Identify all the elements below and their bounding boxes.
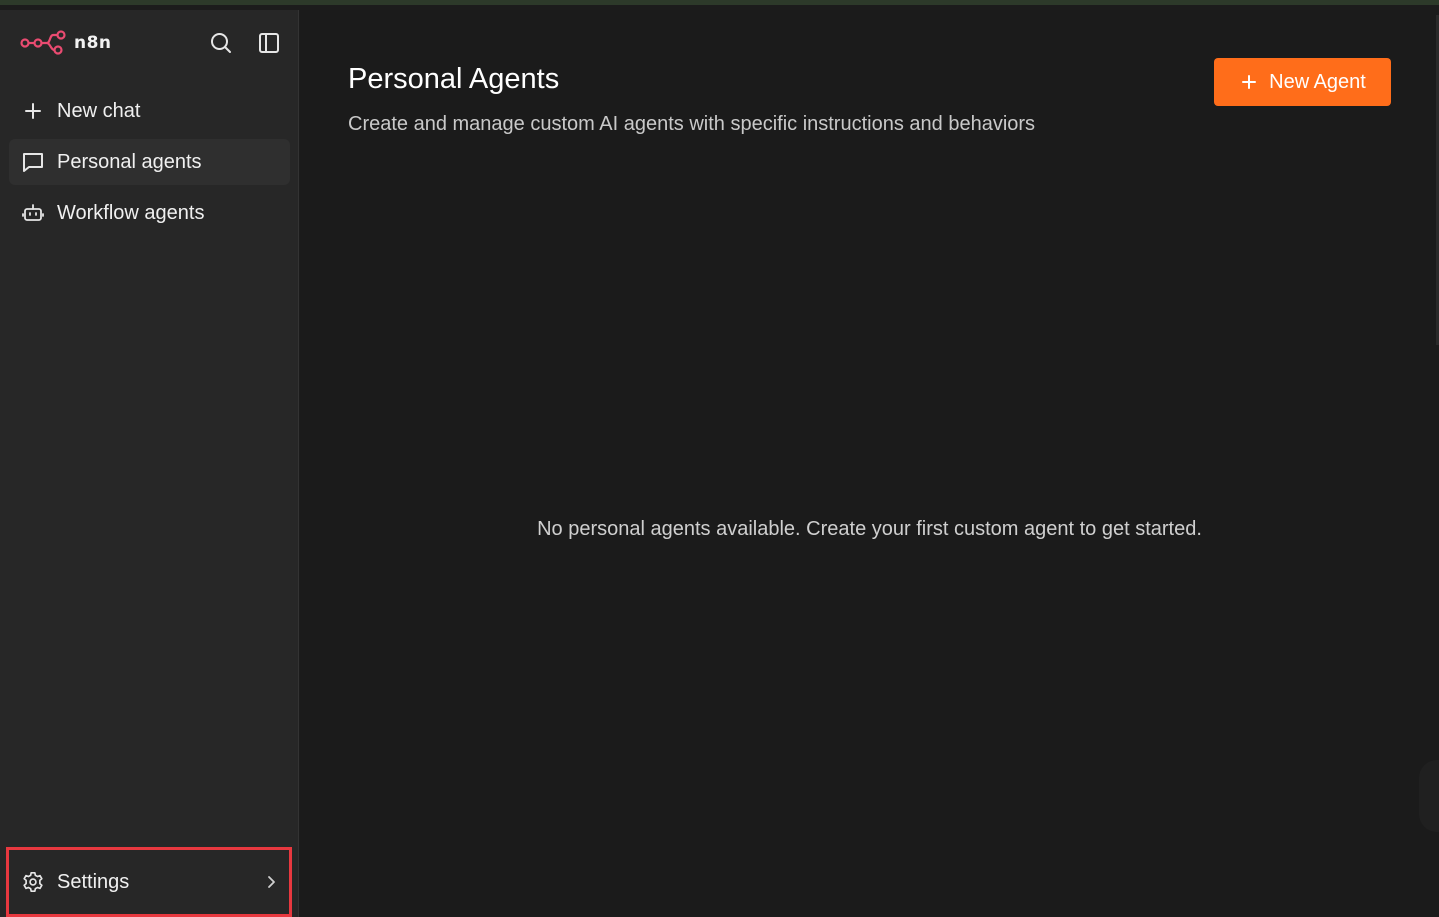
sidebar-nav: New chat Personal agents Workflow agents: [9, 88, 290, 241]
sidebar-toggle-icon: [259, 33, 279, 53]
sidebar-item-workflow-agents[interactable]: Workflow agents: [9, 190, 290, 236]
gear-icon: [21, 870, 45, 894]
main-content: Personal Agents Create and manage custom…: [300, 10, 1439, 917]
robot-icon: [21, 201, 45, 225]
page-subtitle: Create and manage custom AI agents with …: [348, 113, 1036, 135]
plus-icon: [21, 99, 45, 123]
sidebar-item-label: New chat: [57, 99, 141, 122]
search-button[interactable]: [208, 30, 234, 56]
n8n-logo-icon: [20, 30, 66, 55]
sidebar-item-new-chat[interactable]: New chat: [9, 88, 290, 134]
empty-state-message: No personal agents available. Create you…: [537, 518, 1202, 540]
page-title: Personal Agents: [348, 63, 560, 95]
toggle-sidebar-button[interactable]: [256, 30, 282, 56]
chat-bubble-icon: [21, 150, 45, 174]
search-icon: [211, 33, 231, 53]
sidebar-header: n8n: [0, 10, 299, 76]
logo-text: n8n: [74, 33, 112, 53]
chevron-right-icon: [268, 876, 275, 888]
plus-icon: [1239, 72, 1259, 92]
app-window: n8n New chat Personal agents Workflow ag…: [0, 0, 1439, 917]
floating-side-tab[interactable]: [1419, 760, 1439, 832]
sidebar-item-personal-agents[interactable]: Personal agents: [9, 139, 290, 185]
sidebar: n8n New chat Personal agents Workflow ag…: [0, 10, 299, 917]
sidebar-item-label: Personal agents: [57, 150, 202, 173]
settings-label: Settings: [57, 870, 130, 893]
n8n-logo[interactable]: n8n: [20, 30, 112, 56]
sidebar-item-label: Workflow agents: [57, 201, 205, 224]
new-agent-button[interactable]: New Agent: [1214, 58, 1391, 106]
new-agent-label: New Agent: [1269, 70, 1366, 93]
settings-button[interactable]: Settings: [6, 847, 292, 917]
